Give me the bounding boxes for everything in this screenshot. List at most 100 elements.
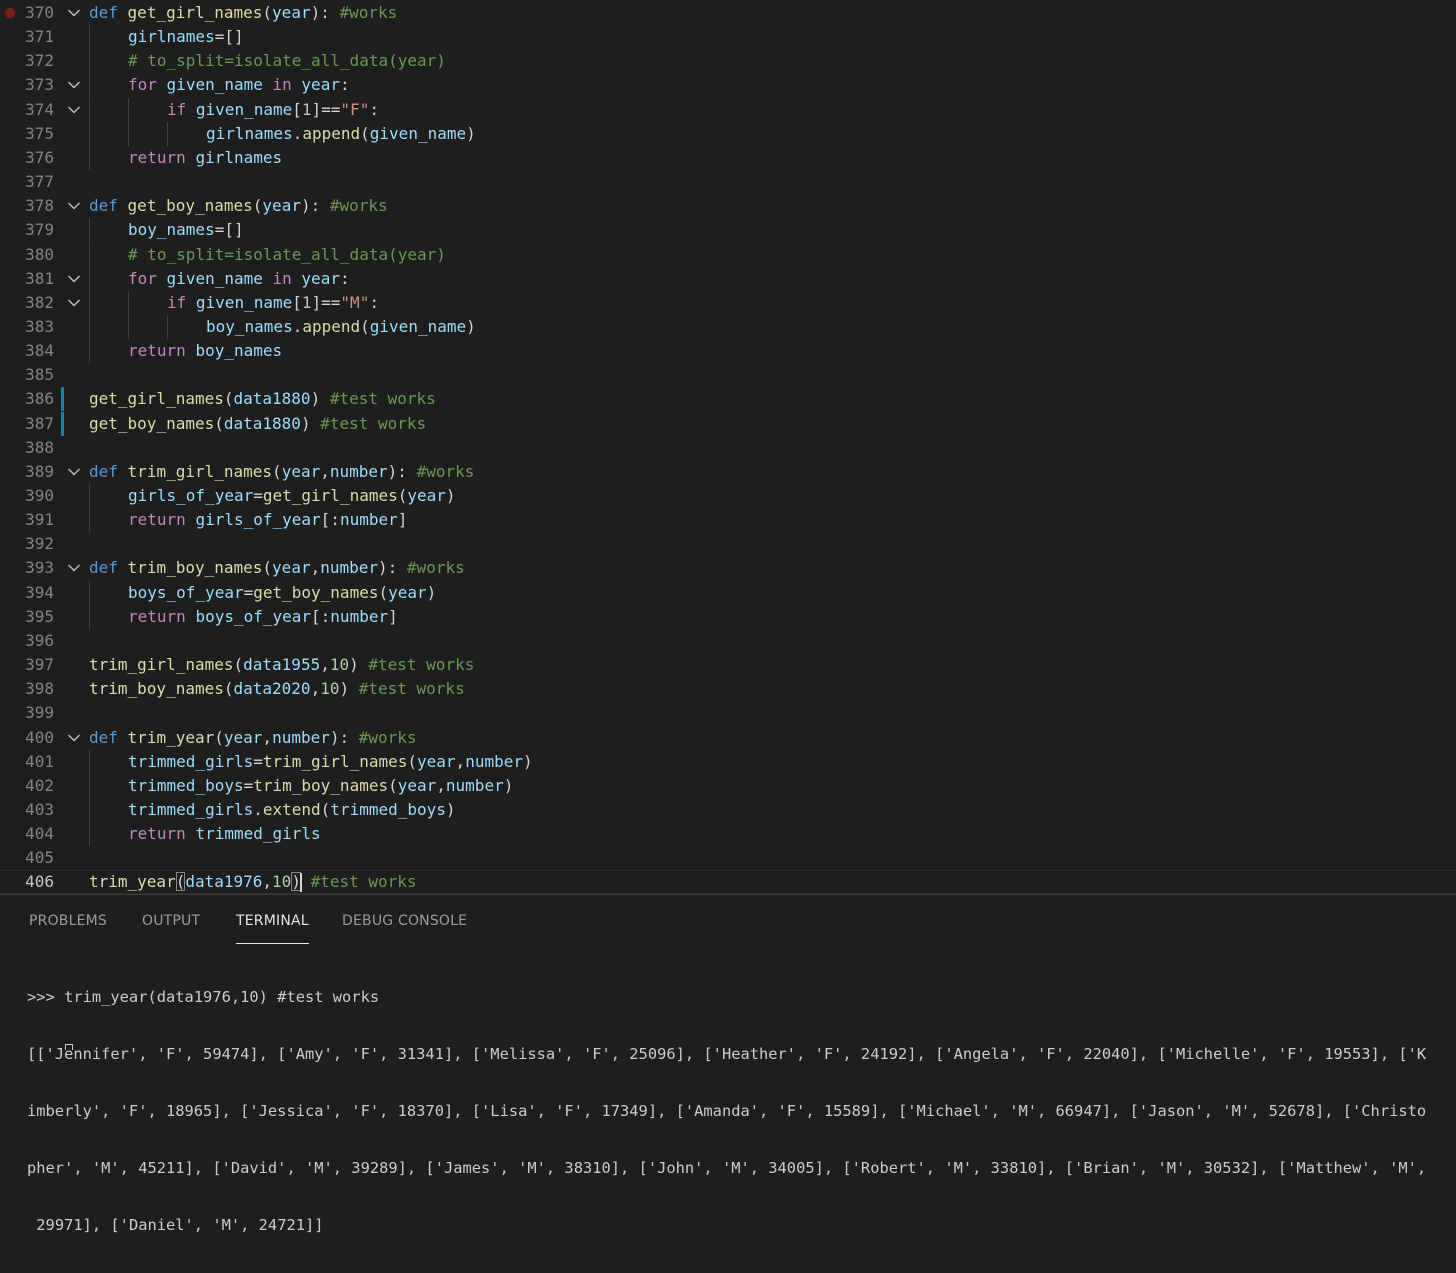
code-line[interactable]: 371 girlnames=[]: [0, 25, 1456, 50]
code-line[interactable]: 387 get_boy_names(data1880) #test works: [0, 411, 1456, 436]
indent-guide: [89, 25, 90, 50]
code-line[interactable]: 386 get_girl_names(data1880) #test works: [0, 387, 1456, 412]
line-number: 385: [25, 365, 54, 385]
code-text: return trimmed_girls: [128, 824, 321, 844]
code-line[interactable]: 379 boy_names=[]: [0, 218, 1456, 243]
code-line[interactable]: 376 return girlnames: [0, 145, 1456, 170]
terminal-cursor: [65, 1044, 73, 1050]
code-line[interactable]: 384 return boy_names: [0, 339, 1456, 364]
git-change-indicator[interactable]: [61, 387, 64, 412]
tab-output[interactable]: OUTPUT: [142, 913, 200, 935]
line-number: 406: [25, 872, 54, 892]
line-number: 387: [25, 413, 54, 433]
code-text: if given_name[1]=="F":: [167, 99, 379, 119]
code-line[interactable]: 403 trimmed_girls.extend(trimmed_boys): [0, 797, 1456, 822]
code-line[interactable]: 400 def trim_year(year,number): #works: [0, 726, 1456, 750]
code-line[interactable]: 404 return trimmed_girls: [0, 822, 1456, 847]
code-text: boy_names=[]: [128, 220, 244, 240]
code-line[interactable]: 394 boys_of_year=get_boy_names(year): [0, 580, 1456, 605]
code-line[interactable]: 392: [0, 532, 1456, 556]
code-line[interactable]: 375 girlnames.append(given_name): [0, 121, 1456, 146]
code-line[interactable]: 391 return girls_of_year[:number]: [0, 508, 1456, 533]
code-text: for given_name in year:: [128, 75, 350, 95]
code-line[interactable]: 381 for given_name in year:: [0, 266, 1456, 291]
code-line[interactable]: 385: [0, 363, 1456, 387]
code-line[interactable]: 396: [0, 629, 1456, 653]
indent-guide: [89, 484, 90, 508]
terminal-output-line: [['Jennifer', 'F', 59474], ['Amy', 'F', …: [27, 1045, 1427, 1063]
code-line[interactable]: 405: [0, 846, 1456, 870]
indent-guide: [89, 339, 90, 364]
code-line[interactable]: 389 def trim_girl_names(year,number): #wo…: [0, 460, 1456, 484]
code-text: trim_year(data1976,10) #test works: [89, 872, 417, 892]
indent-guide: [167, 314, 168, 339]
line-number: 394: [25, 582, 54, 602]
code-line[interactable]: 406 trim_year(data1976,10) #test works: [0, 870, 1456, 894]
line-number: 395: [25, 606, 54, 626]
code-line[interactable]: 380 # to_split=isolate_all_data(year): [0, 242, 1456, 267]
line-number: 399: [25, 703, 54, 723]
code-line[interactable]: 372 # to_split=isolate_all_data(year): [0, 49, 1456, 74]
indent-guide: [128, 121, 129, 146]
code-line[interactable]: 370 def get_girl_names(year): #works: [0, 1, 1456, 25]
code-line[interactable]: 382 if given_name[1]=="M":: [0, 290, 1456, 315]
code-text: trim_girl_names(data1955,10) #test works: [89, 655, 475, 675]
code-line[interactable]: 402 trimmed_boys=trim_boy_names(year,numb…: [0, 773, 1456, 798]
line-number: 386: [25, 389, 54, 409]
code-editor[interactable]: 370 def get_girl_names(year): #works 371 gi…: [0, 0, 1456, 894]
code-line[interactable]: 390 girls_of_year=get_girl_names(year): [0, 484, 1456, 508]
code-text: trimmed_boys=trim_boy_names(year,number): [128, 775, 514, 795]
chevron-down-icon[interactable]: [66, 726, 82, 750]
code-text: girls_of_year=get_girl_names(year): [128, 486, 456, 505]
line-number: 404: [25, 824, 54, 844]
indent-guide: [89, 121, 90, 146]
terminal-command: >>> trim_year(data1976,10) #test works: [27, 988, 380, 1006]
git-change-indicator[interactable]: [61, 411, 64, 436]
code-text: trimmed_girls.extend(trimmed_boys): [128, 799, 456, 819]
tab-terminal[interactable]: TERMINAL: [236, 913, 309, 944]
chevron-down-icon[interactable]: [66, 194, 82, 218]
code-text: def trim_boy_names(year,number): #works: [89, 558, 465, 578]
code-line[interactable]: 374 if given_name[1]=="F":: [0, 97, 1456, 122]
chevron-down-icon[interactable]: [66, 267, 82, 291]
terminal-output-line: imberly', 'F', 18965], ['Jessica', 'F', …: [27, 1102, 1427, 1120]
line-number: 370: [25, 3, 54, 22]
indent-guide: [89, 97, 90, 122]
code-line[interactable]: 393 def trim_boy_names(year,number): #wor…: [0, 556, 1456, 580]
code-text: trimmed_girls=trim_girl_names(year,numbe…: [128, 751, 533, 771]
line-number: 392: [25, 534, 54, 554]
code-line[interactable]: 401 trimmed_girls=trim_girl_names(year,nu…: [0, 749, 1456, 774]
line-number: 382: [25, 292, 54, 312]
code-line[interactable]: 398 trim_boy_names(data2020,10) #test wor…: [0, 677, 1456, 701]
code-line[interactable]: 388: [0, 436, 1456, 460]
indent-guide: [89, 604, 90, 629]
indent-guide: [89, 218, 90, 243]
code-text: girlnames=[]: [128, 27, 244, 47]
line-number: 372: [25, 51, 54, 71]
chevron-down-icon[interactable]: [66, 556, 82, 580]
line-number: 373: [25, 75, 54, 95]
code-line[interactable]: 373 for given_name in year:: [0, 73, 1456, 98]
code-line[interactable]: 397 trim_girl_names(data1955,10) #test wo…: [0, 653, 1456, 677]
line-number: 393: [25, 558, 54, 578]
chevron-down-icon[interactable]: [66, 98, 82, 122]
line-number: 390: [25, 486, 54, 505]
terminal-output[interactable]: >>> trim_year(data1976,10) #test works […: [27, 950, 1447, 1273]
indent-guide: [89, 822, 90, 847]
chevron-down-icon[interactable]: [66, 1, 82, 25]
line-number: 379: [25, 220, 54, 240]
tab-problems[interactable]: PROBLEMS: [29, 913, 107, 935]
code-line[interactable]: 377: [0, 170, 1456, 194]
indent-guide: [128, 314, 129, 339]
indent-guide: [89, 290, 90, 315]
chevron-down-icon[interactable]: [66, 460, 82, 484]
chevron-down-icon[interactable]: [66, 73, 82, 97]
code-line[interactable]: 395 return boys_of_year[:number]: [0, 604, 1456, 629]
indent-guide: [89, 266, 90, 291]
code-line[interactable]: 378 def get_boy_names(year): #works: [0, 194, 1456, 218]
chevron-down-icon[interactable]: [66, 291, 82, 315]
code-line[interactable]: 383 boy_names.append(given_name): [0, 314, 1456, 339]
tab-debug-console[interactable]: DEBUG CONSOLE: [342, 913, 467, 935]
line-number: 383: [25, 316, 54, 336]
code-line[interactable]: 399: [0, 701, 1456, 725]
